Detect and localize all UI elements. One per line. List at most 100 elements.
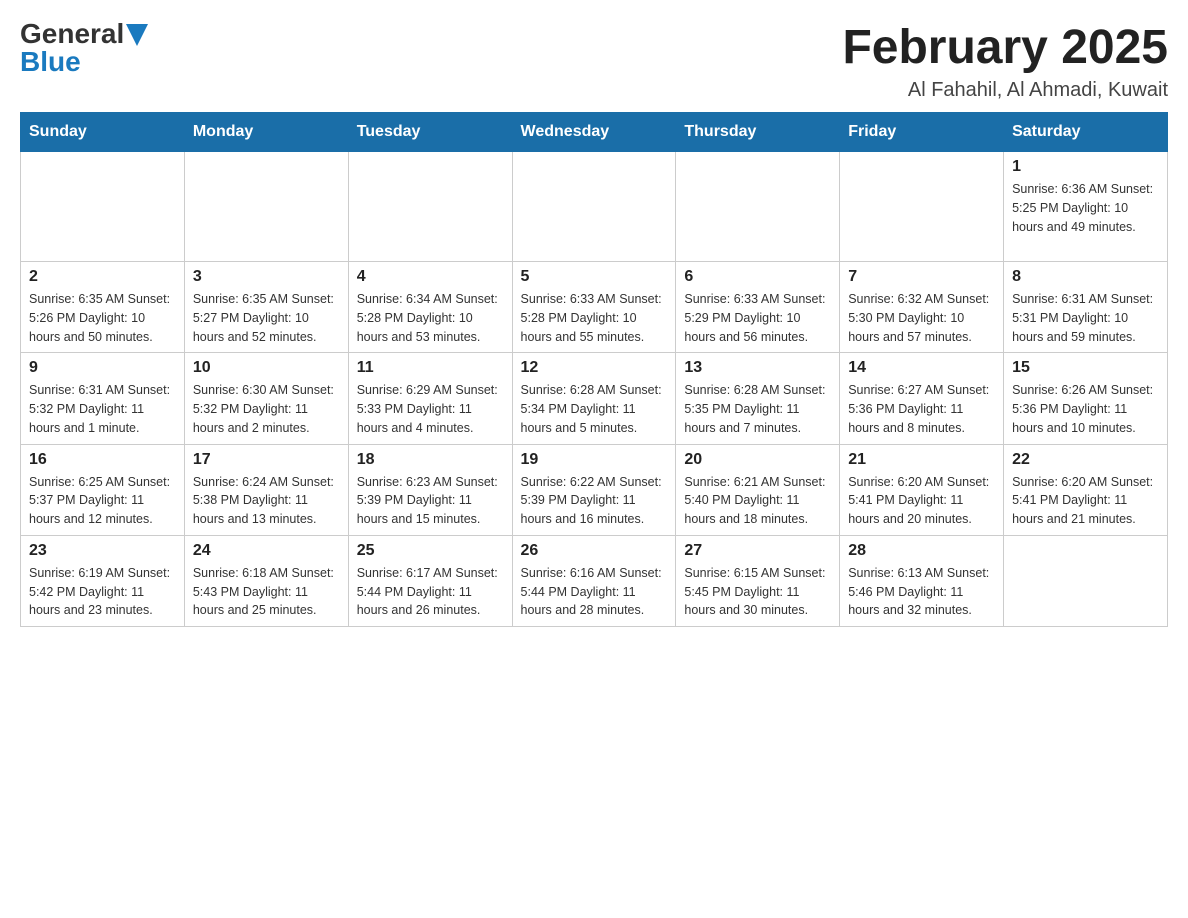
day-number: 3: [193, 268, 340, 286]
day-number: 10: [193, 359, 340, 377]
calendar-week-row: 2Sunrise: 6:35 AM Sunset: 5:26 PM Daylig…: [21, 262, 1168, 353]
calendar-subtitle: Al Fahahil, Al Ahmadi, Kuwait: [842, 79, 1168, 102]
calendar-header: SundayMondayTuesdayWednesdayThursdayFrid…: [21, 113, 1168, 152]
calendar-day-cell: 22Sunrise: 6:20 AM Sunset: 5:41 PM Dayli…: [1004, 444, 1168, 535]
day-number: 4: [357, 268, 504, 286]
day-number: 20: [684, 451, 831, 469]
calendar-day-cell: 13Sunrise: 6:28 AM Sunset: 5:35 PM Dayli…: [676, 353, 840, 444]
calendar-day-cell: 6 Sunrise: 6:33 AM Sunset: 5:29 PM Daylig…: [676, 262, 840, 353]
day-info: Sunrise: 6:21 AM Sunset: 5:40 PM Dayligh…: [684, 473, 831, 529]
page-header: General Blue February 2025 Al Fahahil, A…: [20, 20, 1168, 102]
day-number: 23: [29, 542, 176, 560]
day-info: Sunrise: 6:15 AM Sunset: 5:45 PM Dayligh…: [684, 564, 831, 620]
calendar-day-cell: 14 Sunrise: 6:27 AM Sunset: 5:36 PM Dayli…: [840, 353, 1004, 444]
calendar-week-row: 1 Sunrise: 6:36 AM Sunset: 5:25 PM Daylig…: [21, 152, 1168, 262]
logo-blue-text: Blue: [20, 48, 81, 76]
day-info: Sunrise: 6:26 AM Sunset: 5:36 PM Dayligh…: [1012, 381, 1159, 437]
day-number: 7: [848, 268, 995, 286]
day-info: Sunrise: 6:30 AM Sunset: 5:32 PM Dayligh…: [193, 381, 340, 437]
day-number: 28: [848, 542, 995, 560]
weekday-header-row: SundayMondayTuesdayWednesdayThursdayFrid…: [21, 113, 1168, 152]
day-number: 14: [848, 359, 995, 377]
calendar-day-cell: 11Sunrise: 6:29 AM Sunset: 5:33 PM Dayli…: [348, 353, 512, 444]
calendar-day-cell: 26 Sunrise: 6:16 AM Sunset: 5:44 PM Dayli…: [512, 535, 676, 626]
day-info: Sunrise: 6:36 AM Sunset: 5:25 PM Dayligh…: [1012, 180, 1159, 236]
day-info: Sunrise: 6:28 AM Sunset: 5:35 PM Dayligh…: [684, 381, 831, 437]
calendar-week-row: 9Sunrise: 6:31 AM Sunset: 5:32 PM Daylig…: [21, 353, 1168, 444]
calendar-day-cell: 8Sunrise: 6:31 AM Sunset: 5:31 PM Daylig…: [1004, 262, 1168, 353]
day-info: Sunrise: 6:23 AM Sunset: 5:39 PM Dayligh…: [357, 473, 504, 529]
day-info: Sunrise: 6:22 AM Sunset: 5:39 PM Dayligh…: [521, 473, 668, 529]
calendar-day-cell: 2Sunrise: 6:35 AM Sunset: 5:26 PM Daylig…: [21, 262, 185, 353]
weekday-header-thursday: Thursday: [676, 113, 840, 152]
day-number: 12: [521, 359, 668, 377]
day-info: Sunrise: 6:20 AM Sunset: 5:41 PM Dayligh…: [848, 473, 995, 529]
calendar-day-cell: 9Sunrise: 6:31 AM Sunset: 5:32 PM Daylig…: [21, 353, 185, 444]
calendar-day-cell: 15 Sunrise: 6:26 AM Sunset: 5:36 PM Dayli…: [1004, 353, 1168, 444]
day-info: Sunrise: 6:33 AM Sunset: 5:29 PM Dayligh…: [684, 290, 831, 346]
calendar-day-cell: 28 Sunrise: 6:13 AM Sunset: 5:46 PM Dayli…: [840, 535, 1004, 626]
calendar-day-cell: 5 Sunrise: 6:33 AM Sunset: 5:28 PM Daylig…: [512, 262, 676, 353]
calendar-day-cell: [184, 152, 348, 262]
calendar-week-row: 16 Sunrise: 6:25 AM Sunset: 5:37 PM Dayli…: [21, 444, 1168, 535]
calendar-title: February 2025: [842, 20, 1168, 75]
day-info: Sunrise: 6:27 AM Sunset: 5:36 PM Dayligh…: [848, 381, 995, 437]
weekday-header-monday: Monday: [184, 113, 348, 152]
day-info: Sunrise: 6:28 AM Sunset: 5:34 PM Dayligh…: [521, 381, 668, 437]
day-number: 24: [193, 542, 340, 560]
day-number: 6: [684, 268, 831, 286]
calendar-day-cell: [512, 152, 676, 262]
weekday-header-wednesday: Wednesday: [512, 113, 676, 152]
day-number: 9: [29, 359, 176, 377]
weekday-header-tuesday: Tuesday: [348, 113, 512, 152]
calendar-day-cell: 20 Sunrise: 6:21 AM Sunset: 5:40 PM Dayli…: [676, 444, 840, 535]
calendar-day-cell: 27Sunrise: 6:15 AM Sunset: 5:45 PM Dayli…: [676, 535, 840, 626]
weekday-header-saturday: Saturday: [1004, 113, 1168, 152]
calendar-day-cell: [840, 152, 1004, 262]
day-number: 16: [29, 451, 176, 469]
day-number: 21: [848, 451, 995, 469]
day-info: Sunrise: 6:25 AM Sunset: 5:37 PM Dayligh…: [29, 473, 176, 529]
calendar-day-cell: 19Sunrise: 6:22 AM Sunset: 5:39 PM Dayli…: [512, 444, 676, 535]
calendar-day-cell: [676, 152, 840, 262]
calendar-body: 1 Sunrise: 6:36 AM Sunset: 5:25 PM Daylig…: [21, 152, 1168, 627]
calendar-day-cell: 3 Sunrise: 6:35 AM Sunset: 5:27 PM Daylig…: [184, 262, 348, 353]
logo-general-text: General: [20, 20, 124, 48]
calendar-day-cell: 12 Sunrise: 6:28 AM Sunset: 5:34 PM Dayli…: [512, 353, 676, 444]
calendar-day-cell: 7 Sunrise: 6:32 AM Sunset: 5:30 PM Daylig…: [840, 262, 1004, 353]
day-number: 8: [1012, 268, 1159, 286]
day-number: 2: [29, 268, 176, 286]
calendar-day-cell: 4 Sunrise: 6:34 AM Sunset: 5:28 PM Daylig…: [348, 262, 512, 353]
calendar-day-cell: 18Sunrise: 6:23 AM Sunset: 5:39 PM Dayli…: [348, 444, 512, 535]
calendar-day-cell: 21 Sunrise: 6:20 AM Sunset: 5:41 PM Dayli…: [840, 444, 1004, 535]
day-number: 5: [521, 268, 668, 286]
calendar-week-row: 23 Sunrise: 6:19 AM Sunset: 5:42 PM Dayli…: [21, 535, 1168, 626]
calendar-day-cell: 23 Sunrise: 6:19 AM Sunset: 5:42 PM Dayli…: [21, 535, 185, 626]
calendar-day-cell: [1004, 535, 1168, 626]
logo-triangle-icon: [126, 24, 148, 46]
weekday-header-friday: Friday: [840, 113, 1004, 152]
calendar-day-cell: [21, 152, 185, 262]
day-number: 26: [521, 542, 668, 560]
day-info: Sunrise: 6:24 AM Sunset: 5:38 PM Dayligh…: [193, 473, 340, 529]
day-info: Sunrise: 6:16 AM Sunset: 5:44 PM Dayligh…: [521, 564, 668, 620]
weekday-header-sunday: Sunday: [21, 113, 185, 152]
calendar-day-cell: 17Sunrise: 6:24 AM Sunset: 5:38 PM Dayli…: [184, 444, 348, 535]
day-info: Sunrise: 6:13 AM Sunset: 5:46 PM Dayligh…: [848, 564, 995, 620]
calendar-day-cell: 24Sunrise: 6:18 AM Sunset: 5:43 PM Dayli…: [184, 535, 348, 626]
day-number: 1: [1012, 158, 1159, 176]
calendar-table: SundayMondayTuesdayWednesdayThursdayFrid…: [20, 112, 1168, 627]
calendar-day-cell: 16 Sunrise: 6:25 AM Sunset: 5:37 PM Dayli…: [21, 444, 185, 535]
day-info: Sunrise: 6:19 AM Sunset: 5:42 PM Dayligh…: [29, 564, 176, 620]
calendar-day-cell: 25Sunrise: 6:17 AM Sunset: 5:44 PM Dayli…: [348, 535, 512, 626]
day-info: Sunrise: 6:33 AM Sunset: 5:28 PM Dayligh…: [521, 290, 668, 346]
day-number: 15: [1012, 359, 1159, 377]
calendar-day-cell: 10 Sunrise: 6:30 AM Sunset: 5:32 PM Dayli…: [184, 353, 348, 444]
day-info: Sunrise: 6:32 AM Sunset: 5:30 PM Dayligh…: [848, 290, 995, 346]
day-info: Sunrise: 6:35 AM Sunset: 5:27 PM Dayligh…: [193, 290, 340, 346]
calendar-day-cell: [348, 152, 512, 262]
day-number: 22: [1012, 451, 1159, 469]
title-area: February 2025 Al Fahahil, Al Ahmadi, Kuw…: [842, 20, 1168, 102]
day-number: 25: [357, 542, 504, 560]
day-info: Sunrise: 6:34 AM Sunset: 5:28 PM Dayligh…: [357, 290, 504, 346]
